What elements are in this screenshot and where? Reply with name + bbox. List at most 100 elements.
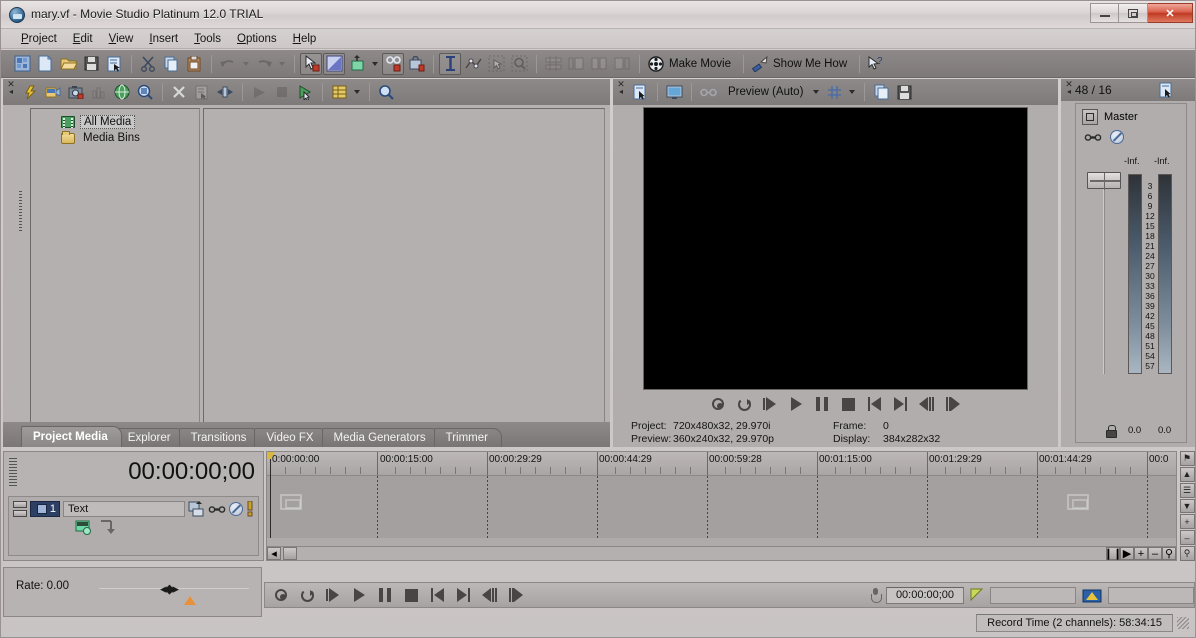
add-to-timeline-icon[interactable] [214,81,236,103]
preview-quality-icon[interactable] [697,81,719,103]
menu-insert[interactable]: Insert [141,31,186,47]
stop-preview-icon[interactable] [271,81,293,103]
auto-ripple-icon[interactable] [323,52,345,75]
master-bus-icon[interactable] [1082,109,1098,125]
compositing-mode-icon[interactable] [99,520,116,535]
search-media-icon[interactable] [375,81,397,103]
open-project-icon[interactable] [57,53,79,75]
mute-icon[interactable] [1110,130,1124,144]
align-left-icon[interactable] [565,53,587,75]
play-icon[interactable] [349,586,369,604]
timeline-play-icon[interactable]: ▶ [1120,547,1134,560]
preview-panel-dock-grip[interactable]: ✕ ◂ [615,80,627,103]
zoom-in-vertical-icon[interactable]: + [1179,514,1195,530]
zoom-out-vertical-icon[interactable]: – [1179,530,1195,546]
play-from-start-icon[interactable] [323,586,343,604]
rate-marker-icon[interactable] [184,596,196,605]
make-movie-button[interactable]: Make Movie [645,53,738,75]
import-media-icon[interactable] [19,81,41,103]
record-input-icon[interactable] [871,588,882,603]
track-fade-to-color-icon[interactable] [208,504,226,515]
next-frame-icon[interactable] [505,586,525,604]
timeline-timecode-display[interactable]: 00:00:00;00 [128,458,255,486]
save-project-icon[interactable] [80,53,102,75]
track-mute-icon[interactable] [229,502,243,516]
previous-frame-icon[interactable] [479,586,499,604]
tab-explorer[interactable]: Explorer [115,428,185,447]
minimize-track-icon[interactable] [13,501,27,508]
track-content-1[interactable] [267,476,1176,538]
timeline-grip[interactable] [9,458,17,486]
preview-go-to-start-icon[interactable] [864,395,884,413]
mixer-properties-icon[interactable] [1156,79,1178,101]
preview-quality-caret-icon[interactable] [810,81,821,103]
auto-preview-icon[interactable] [294,81,316,103]
undo-icon[interactable] [217,53,239,75]
cut-icon[interactable] [137,53,159,75]
marker-icon[interactable]: ⚑ [1179,451,1195,466]
redo-icon[interactable] [253,53,275,75]
scrollbar-thumb[interactable] [283,547,297,560]
track-motion-icon[interactable] [75,520,92,535]
media-panel-dock-grip[interactable]: ✕ ◂ [5,80,17,103]
selection-edit-tool-icon[interactable] [485,53,507,75]
record-icon[interactable] [271,586,291,604]
tab-project-media[interactable]: Project Media [21,426,122,447]
maximize-button[interactable] [1119,3,1148,23]
paste-icon[interactable] [183,53,205,75]
track-solo-icon[interactable] [246,501,254,517]
pause-icon[interactable] [375,586,395,604]
track-number-badge[interactable]: 1 [30,501,60,517]
video-preview-properties-icon[interactable] [629,81,651,103]
track-header-1[interactable]: 1 Text [8,496,259,556]
extract-audio-cd-icon[interactable] [88,81,110,103]
insert-media-caret-icon[interactable] [369,53,380,75]
media-bins-tree[interactable]: All Media Media Bins [30,108,200,442]
go-to-start-icon[interactable] [427,586,447,604]
record-meter-icon[interactable] [970,588,984,603]
new-blank-project-icon[interactable] [34,53,56,75]
media-file-properties-icon[interactable] [191,81,213,103]
mixer-dock-grip[interactable]: ✕ ◂ [1063,80,1075,103]
timeline-ruler[interactable]: 0:00:00:00 00:00:15:00 00:00:29:29 00:00… [267,452,1176,476]
timeline-zoom-out-icon[interactable]: – [1148,547,1162,560]
track-list-icon[interactable]: ☰ [1179,482,1195,498]
tab-media-generators[interactable]: Media Generators [321,428,440,447]
resize-grip[interactable] [1177,617,1189,629]
tab-trimmer[interactable]: Trimmer [433,428,502,447]
new-project-icon[interactable] [11,53,33,75]
timeline-zoom-tool-icon[interactable]: ⚲ [1162,547,1176,560]
timeline-pause-icon[interactable]: ❙❙ [1104,547,1122,560]
scroll-left-button[interactable]: ◂ [267,547,281,560]
redo-dropdown-caret-icon[interactable] [276,53,287,75]
automatic-crossfades-icon[interactable] [382,52,404,75]
lock-fader-icon[interactable] [1106,424,1117,438]
media-panel-side-grip[interactable] [17,111,25,441]
preview-record-icon[interactable] [708,395,728,413]
copy-icon[interactable] [160,53,182,75]
normal-edit-tool-icon[interactable] [439,52,461,75]
timeline-playhead[interactable] [267,452,275,538]
copy-snapshot-to-clipboard-icon[interactable] [870,81,892,103]
show-me-how-button[interactable]: Show Me How [749,53,854,75]
lock-envelopes-icon[interactable] [405,53,427,75]
enable-snapping-icon[interactable] [300,52,322,75]
record-folder-field[interactable] [1108,586,1194,604]
preview-next-frame-icon[interactable] [942,395,962,413]
views-icon[interactable] [328,81,350,103]
align-center-icon[interactable] [588,53,610,75]
media-list-pane[interactable] [203,108,605,442]
overlays-caret-icon[interactable] [846,81,857,103]
transport-timecode-field[interactable]: 00:00:00;00 [886,586,964,604]
views-caret-icon[interactable] [351,81,362,103]
close-button[interactable]: ✕ [1148,3,1193,23]
track-fx-icon[interactable] [188,501,205,517]
whats-this-help-icon[interactable]: ? [865,53,887,75]
preview-pause-icon[interactable] [812,395,832,413]
preview-go-to-end-icon[interactable] [890,395,910,413]
timeline-zoom-in-icon[interactable]: + [1134,547,1148,560]
preview-play-icon[interactable] [786,395,806,413]
insert-text-media-icon[interactable] [346,53,368,75]
video-preview-screen[interactable] [642,106,1028,390]
preview-on-external-monitor-icon[interactable] [663,81,685,103]
